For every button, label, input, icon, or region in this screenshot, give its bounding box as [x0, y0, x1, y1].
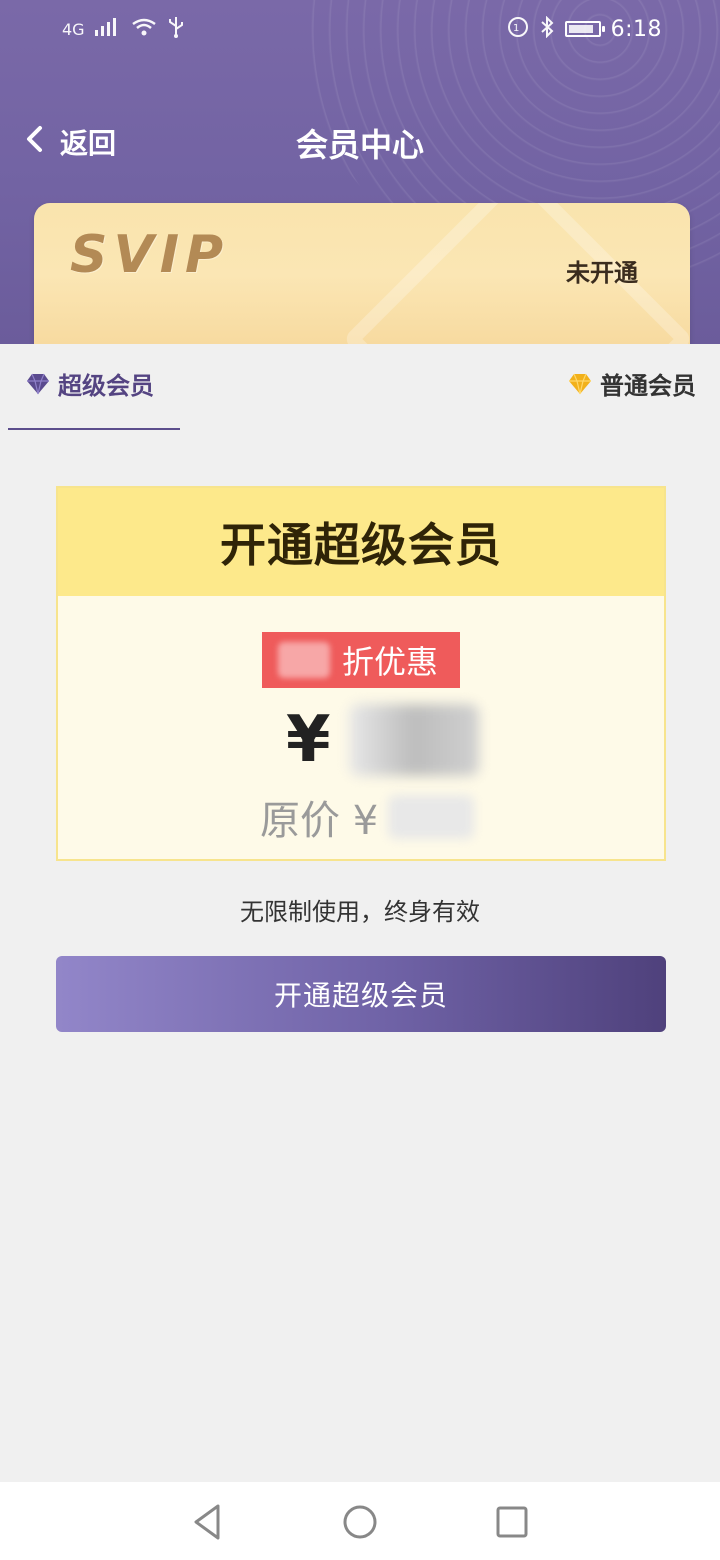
currency-symbol: ¥	[286, 703, 331, 777]
system-navigation-bar	[0, 1482, 720, 1560]
page-title: 会员中心	[295, 126, 424, 164]
bluetooth-icon	[539, 15, 555, 42]
svip-member-card: SVIP 未开通	[34, 203, 690, 344]
offer-heading: 开通超级会员	[58, 488, 664, 596]
original-price-label: 原价 ¥	[260, 798, 379, 844]
price-value-redacted	[348, 704, 479, 776]
status-time: 6:18	[610, 16, 662, 42]
active-tab-indicator	[8, 428, 180, 430]
activate-super-member-button[interactable]: 开通超级会员	[56, 956, 666, 1032]
top-navigation: 返回 会员中心	[0, 112, 720, 176]
benefit-note: 无限制使用，终身有效	[240, 898, 480, 926]
membership-tabs: 超级会员 普通会员	[0, 344, 720, 430]
tab-regular-member[interactable]: 普通会员	[568, 366, 696, 401]
offer-panel: 开通超级会员 折优惠 ¥ 原价 ¥	[56, 486, 666, 861]
tab-regular-member-label: 普通会员	[600, 372, 696, 400]
nav-back-icon[interactable]	[186, 1500, 230, 1544]
price: ¥	[286, 700, 479, 780]
svip-logo: SVIP	[70, 225, 230, 285]
tab-super-member-label: 超级会员	[58, 372, 154, 400]
membership-status: 未开通	[566, 259, 638, 287]
diamond-icon	[568, 373, 592, 395]
nav-home-icon[interactable]	[338, 1500, 382, 1544]
original-price: 原价 ¥	[260, 788, 475, 846]
discount-value-redacted	[278, 642, 330, 678]
discount-label: 折优惠	[341, 643, 438, 681]
diamond-icon	[26, 373, 50, 395]
data-saver-icon: 1	[507, 16, 529, 42]
signal-icon	[94, 18, 121, 40]
original-price-redacted	[388, 795, 475, 839]
wifi-icon	[131, 18, 157, 40]
battery-icon	[564, 21, 605, 37]
network-label: 4G	[62, 19, 85, 39]
usb-icon	[167, 16, 185, 42]
nav-recent-apps-icon[interactable]	[490, 1500, 534, 1544]
svg-text:1: 1	[513, 23, 519, 34]
tab-super-member[interactable]: 超级会员	[26, 366, 154, 401]
discount-badge: 折优惠	[262, 632, 460, 688]
header: 4G 1 6:18 返回 会员中心 SVIP 未开通	[0, 0, 720, 344]
status-bar: 4G 1 6:18	[0, 0, 720, 56]
